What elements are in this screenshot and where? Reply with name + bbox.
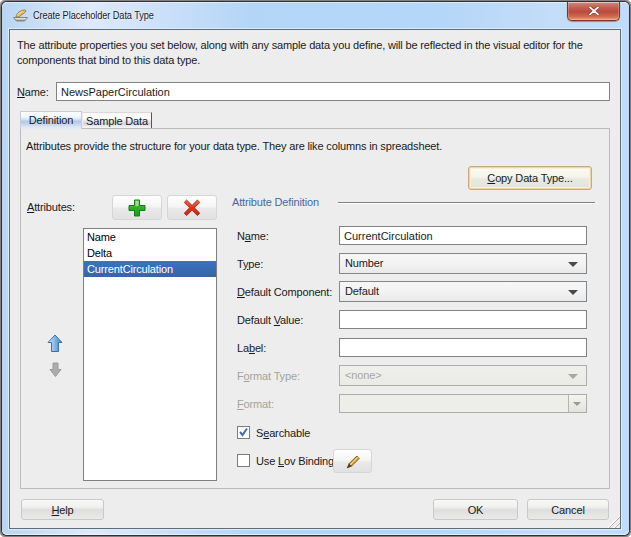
attr-name-label: Name: bbox=[237, 230, 269, 242]
use-lov-binding-label: Use Lov Binding bbox=[256, 455, 334, 467]
attr-format-type-label: Format Type: bbox=[237, 370, 300, 382]
window-title: Create Placeholder Data Type bbox=[33, 9, 154, 21]
cancel-button[interactable]: Cancel bbox=[527, 499, 609, 520]
attr-type-select[interactable]: Number bbox=[339, 253, 587, 274]
attr-default-component-select[interactable]: Default bbox=[339, 281, 587, 302]
tab-definition[interactable]: Definition bbox=[20, 111, 82, 129]
attr-format-type-value: <none> bbox=[345, 369, 381, 381]
attr-type-label: Type: bbox=[237, 258, 263, 270]
tab-sample-data[interactable]: Sample Data bbox=[82, 112, 152, 128]
delete-attribute-button[interactable] bbox=[167, 195, 217, 220]
check-icon bbox=[237, 426, 250, 439]
attr-default-value-label: Default Value: bbox=[237, 314, 303, 326]
app-icon bbox=[12, 7, 29, 24]
dropdown-arrow-icon bbox=[568, 290, 578, 295]
attributes-label: Attributes: bbox=[27, 201, 75, 213]
attr-type-value: Number bbox=[345, 257, 383, 269]
attr-format-label: Format: bbox=[237, 398, 274, 410]
attribute-list[interactable]: Name Delta CurrentCirculation bbox=[83, 228, 217, 481]
attr-label-input[interactable] bbox=[339, 338, 587, 357]
close-button[interactable] bbox=[567, 2, 620, 21]
copy-data-type-button[interactable]: Copy Data Type... bbox=[468, 166, 592, 190]
attributes-description: Attributes provide the structure for you… bbox=[26, 140, 442, 152]
attr-label-label: Label: bbox=[237, 342, 266, 354]
attribute-definition-rule bbox=[338, 202, 595, 204]
attr-default-value-input[interactable] bbox=[339, 310, 587, 329]
titlebar[interactable]: Create Placeholder Data Type bbox=[2, 2, 629, 30]
plus-icon bbox=[127, 198, 147, 218]
window-frame: Create Placeholder Data Type The attribu… bbox=[2, 2, 629, 535]
attr-format-combo bbox=[339, 394, 587, 413]
attribute-list-item[interactable]: Name bbox=[84, 229, 216, 245]
attr-format-type-select: <none> bbox=[339, 365, 587, 386]
dialog-description-line2: components that bind to this data type. bbox=[17, 53, 613, 68]
searchable-checkbox[interactable] bbox=[237, 426, 250, 439]
dialog-description: The attribute properties you set below, … bbox=[17, 38, 613, 68]
datatype-name-label: Name: bbox=[17, 86, 49, 98]
use-lov-binding-checkbox[interactable] bbox=[237, 454, 250, 467]
delete-x-icon bbox=[182, 199, 202, 217]
dialog-body: The attribute properties you set below, … bbox=[9, 29, 621, 529]
dropdown-arrow-icon bbox=[568, 374, 578, 379]
datatype-name-input[interactable] bbox=[56, 82, 610, 101]
dropdown-arrow-icon bbox=[568, 262, 578, 267]
attr-name-input[interactable] bbox=[339, 226, 587, 245]
pencil-icon bbox=[344, 453, 362, 470]
attr-default-component-label: Default Component: bbox=[237, 286, 332, 298]
ok-button[interactable]: OK bbox=[433, 499, 518, 520]
move-down-icon[interactable] bbox=[49, 362, 62, 378]
edit-lov-binding-button[interactable] bbox=[333, 449, 372, 473]
attribute-list-item-selected[interactable]: CurrentCirculation bbox=[84, 261, 216, 277]
add-attribute-button[interactable] bbox=[112, 195, 162, 220]
dialog-description-line1: The attribute properties you set below, … bbox=[17, 38, 613, 53]
attribute-list-item[interactable]: Delta bbox=[84, 245, 216, 261]
dropdown-arrow-icon bbox=[573, 402, 581, 406]
close-icon bbox=[588, 6, 599, 15]
searchable-label: Searchable bbox=[256, 427, 310, 439]
attribute-definition-heading: Attribute Definition bbox=[232, 196, 319, 208]
attr-default-component-value: Default bbox=[345, 285, 379, 297]
move-up-icon[interactable] bbox=[47, 334, 63, 353]
help-button[interactable]: Help bbox=[21, 499, 104, 520]
combo-dropdown-button bbox=[568, 395, 586, 412]
